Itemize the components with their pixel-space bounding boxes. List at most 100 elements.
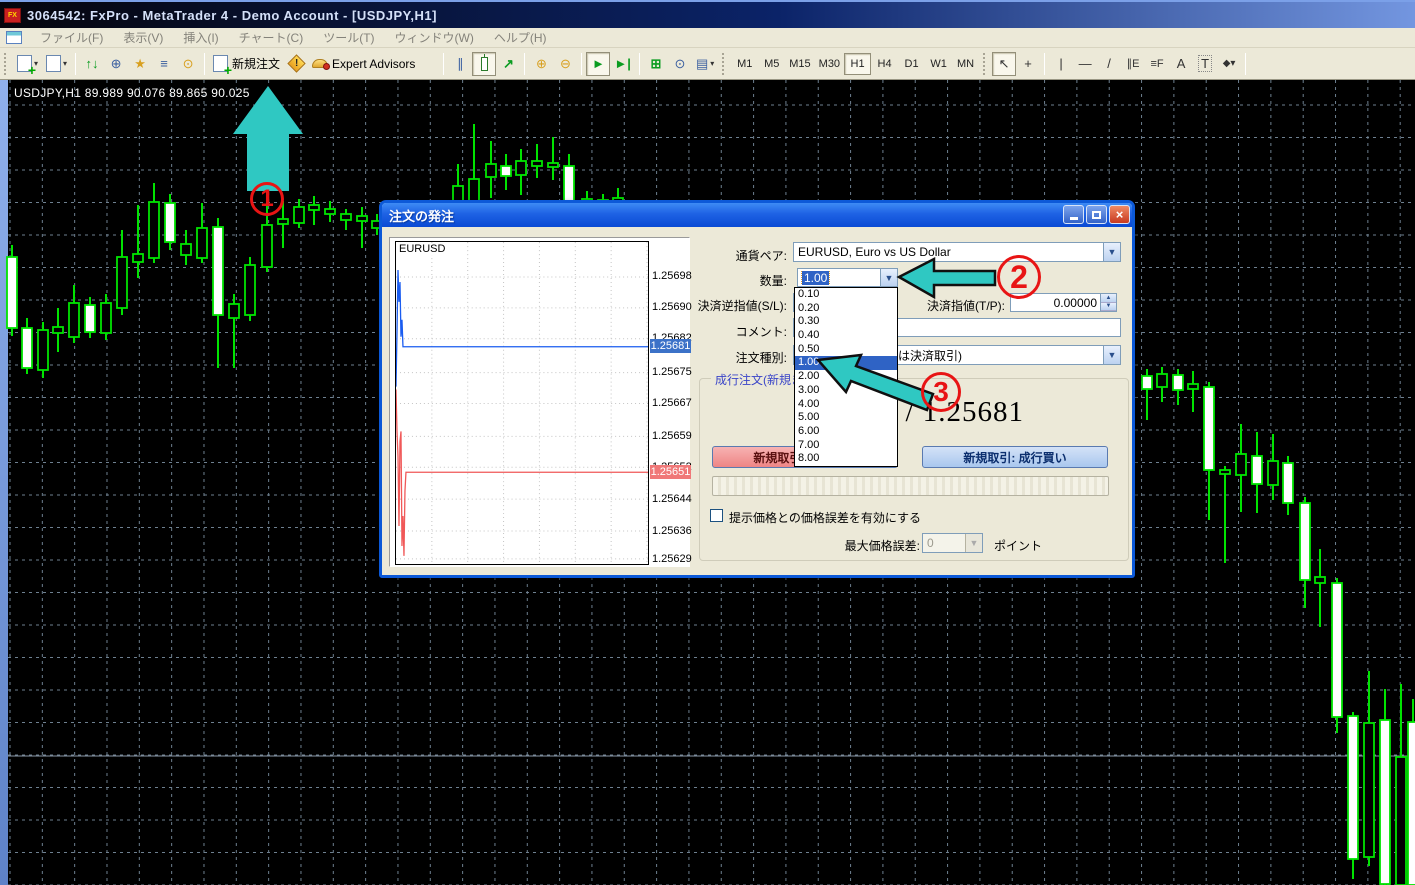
title-bar: FX 3064542: FxPro - MetaTrader 4 - Demo … <box>0 0 1415 28</box>
close-icon: × <box>1115 207 1124 222</box>
candle <box>1379 719 1391 885</box>
timeframe-m1[interactable]: M1 <box>731 53 758 75</box>
spinner-buttons[interactable]: ▲▼ <box>1100 294 1116 311</box>
market-watch-button[interactable]: ↑↓ <box>80 52 104 76</box>
chevron-down-icon[interactable]: ▼ <box>880 269 897 286</box>
candle <box>68 302 80 338</box>
chart-shift-button[interactable]: ►| <box>610 52 635 76</box>
bar-chart-button[interactable]: ∥ <box>448 52 472 76</box>
volume-option[interactable]: 0.30 <box>795 315 897 329</box>
candle <box>84 304 96 333</box>
navigator-icon: ★ <box>134 55 146 71</box>
menu-item[interactable]: ツール(T) <box>313 27 384 48</box>
volume-option[interactable]: 0.20 <box>795 302 897 316</box>
indicators-icon: ⊞ <box>650 55 662 71</box>
timeframe-h1[interactable]: H1 <box>844 52 872 75</box>
navigator-button[interactable]: ★ <box>128 52 152 76</box>
tick-chart-panel: EURUSD 1.25698 1.25690 1.25682 1.25675 1.256… <box>389 237 692 567</box>
menu-item[interactable]: ヘルプ(H) <box>484 27 557 48</box>
timeframe-d1[interactable]: D1 <box>898 53 925 75</box>
chevron-down-icon[interactable]: ▼ <box>1103 346 1120 364</box>
menu-item[interactable]: 表示(V) <box>113 27 173 48</box>
expert-advisors-icon <box>312 59 331 70</box>
tick-scale-label: 1.25644 <box>652 493 692 505</box>
deviation-checkbox[interactable] <box>710 509 723 522</box>
new-order-button[interactable]: + 新規注文 <box>209 52 284 77</box>
candle <box>21 327 33 369</box>
channel-button[interactable]: ∥E <box>1121 52 1145 76</box>
templates-button[interactable]: ▤ ▾ <box>692 52 718 76</box>
tick-chart-plot: EURUSD <box>395 241 649 565</box>
bar-chart-icon: ∥ <box>457 55 464 71</box>
timeframe-h4[interactable]: H4 <box>871 53 898 75</box>
zoom-out-button[interactable]: ⊖ <box>553 52 577 76</box>
expert-advisors-button[interactable]: Expert Advisors <box>308 52 419 76</box>
market-watch-icon: ↑↓ <box>85 56 99 71</box>
volume-label: 数量: <box>759 274 787 288</box>
strategy-tester-button[interactable]: ⊙ <box>176 52 200 76</box>
chevron-down-icon: ▼ <box>965 534 982 552</box>
horizontal-line-button[interactable]: — <box>1073 52 1097 76</box>
timeframe-m30[interactable]: M30 <box>815 53 844 75</box>
cursor-tool-button[interactable]: ↖ <box>992 51 1017 76</box>
volume-option[interactable]: 0.10 <box>795 288 897 302</box>
new-chart-button[interactable]: + ▾ <box>13 52 42 77</box>
dialog-maximize-button[interactable] <box>1086 205 1107 224</box>
volume-option[interactable]: 5.00 <box>795 411 897 425</box>
dialog-minimize-button[interactable] <box>1063 205 1084 224</box>
buy-button[interactable]: 新規取引: 成行買い <box>922 446 1108 468</box>
timeframe-m15[interactable]: M15 <box>785 53 814 75</box>
candle <box>52 326 64 334</box>
volume-option[interactable]: 7.00 <box>795 439 897 453</box>
volume-option[interactable]: 1.00 <box>795 356 897 371</box>
volume-option[interactable]: 2.00 <box>795 370 897 384</box>
toolbar-grip[interactable] <box>4 52 9 75</box>
indicators-button[interactable]: ⊞ <box>644 52 668 76</box>
text-tool-button[interactable]: A <box>1169 52 1193 76</box>
fibonacci-button[interactable]: ≡F <box>1145 52 1169 76</box>
text-label-button[interactable]: T <box>1193 52 1217 76</box>
vertical-line-button[interactable]: | <box>1049 52 1073 76</box>
periods-button[interactable]: ⊙ <box>668 52 692 76</box>
metaeditor-button[interactable]: ! <box>284 52 308 76</box>
tick-scale-label: 1.25629 <box>652 553 692 565</box>
volume-option[interactable]: 6.00 <box>795 425 897 439</box>
max-deviation-value: 0 <box>927 536 934 550</box>
crosshair-icon: + <box>1024 56 1032 71</box>
auto-scroll-button[interactable]: ► <box>586 51 611 76</box>
max-deviation-select: 0 ▼ <box>922 533 983 553</box>
crosshair-tool-button[interactable]: + <box>1016 52 1040 76</box>
volume-option[interactable]: 4.00 <box>795 398 897 412</box>
candlestick-chart-button[interactable] <box>472 51 497 76</box>
volume-option[interactable]: 3.00 <box>795 384 897 398</box>
volume-dropdown-list: 0.10 0.20 0.30 0.40 0.50 1.00 2.00 3.00 4.00 5.00… <box>794 287 898 467</box>
symbol-select[interactable]: EURUSD, Euro vs US Dollar ▼ <box>793 242 1121 262</box>
volume-select[interactable]: 1.00 ▼ <box>797 268 898 287</box>
timeframe-mn[interactable]: MN <box>952 53 979 75</box>
terminal-button[interactable]: ≡ <box>152 52 176 76</box>
line-chart-button[interactable]: ↗ <box>496 52 520 76</box>
dialog-close-button[interactable]: × <box>1109 205 1130 224</box>
trendline-button[interactable]: / <box>1097 52 1121 76</box>
volume-option[interactable]: 8.00 <box>795 452 897 466</box>
profiles-button[interactable]: ▾ <box>42 52 71 76</box>
window-title: 3064542: FxPro - MetaTrader 4 - Demo Acc… <box>27 7 437 23</box>
menu-item[interactable]: ウィンドウ(W) <box>385 27 484 48</box>
volume-option[interactable]: 0.40 <box>795 329 897 343</box>
chevron-down-icon[interactable]: ▼ <box>1103 243 1120 261</box>
data-window-button[interactable]: ⊕ <box>104 52 128 76</box>
candle <box>1314 576 1326 584</box>
menu-item[interactable]: 挿入(I) <box>173 27 228 48</box>
arrows-button[interactable]: ◆▾ <box>1217 52 1241 76</box>
timeframe-m5[interactable]: M5 <box>758 53 785 75</box>
dialog-title-bar[interactable]: 注文の発注 <box>382 203 1132 227</box>
menu-item[interactable]: チャート(C) <box>229 27 314 48</box>
candle <box>500 165 512 177</box>
timeframe-group: M1 M5 M15 M30 H1 H4 D1 W1 MN <box>731 52 979 75</box>
text-tool-icon: A <box>1176 56 1186 71</box>
menu-item[interactable]: ファイル(F) <box>30 27 113 48</box>
horizontal-line-icon: — <box>1078 56 1092 71</box>
timeframe-w1[interactable]: W1 <box>925 53 952 75</box>
zoom-in-button[interactable]: ⊕ <box>529 52 553 76</box>
volume-option[interactable]: 0.50 <box>795 343 897 357</box>
